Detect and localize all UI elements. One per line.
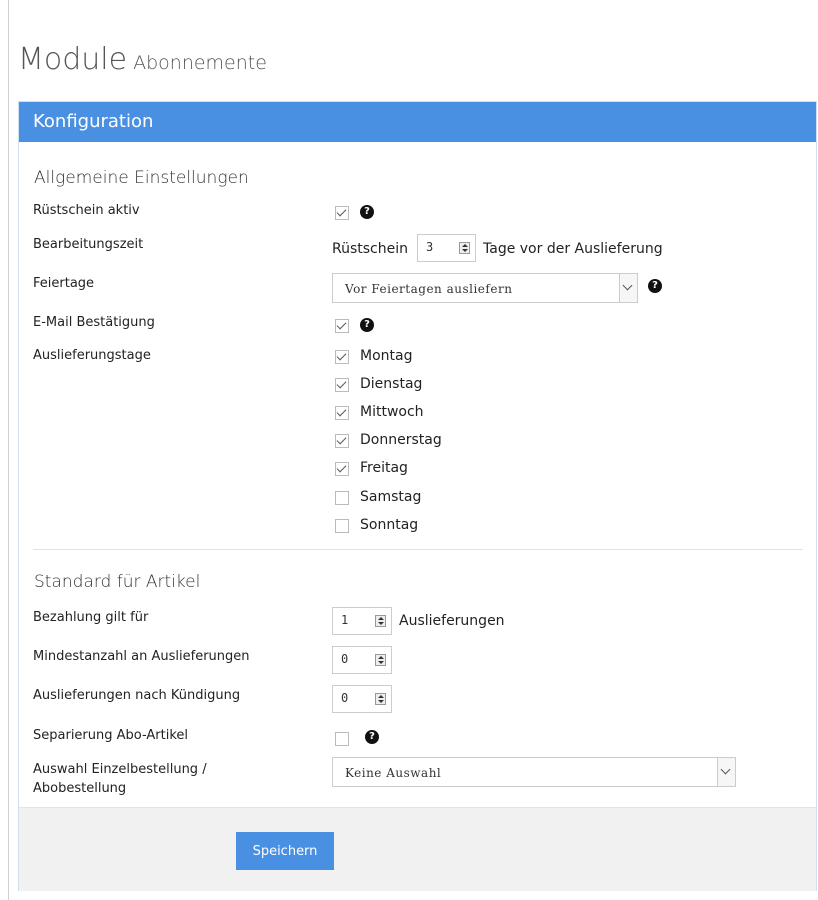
bezahlung-value: 1 [341, 613, 349, 627]
day-label-samstag: Samstag [360, 489, 422, 505]
window-border [8, 0, 9, 900]
day-label-sonntag: Sonntag [360, 517, 419, 533]
feiertage-select-value: Vor Feiertagen ausliefern [345, 282, 513, 296]
question-circle-icon[interactable]: ? [365, 730, 379, 744]
day-checkbox-sonntag[interactable] [335, 519, 349, 533]
auswahl-select[interactable]: Keine Auswahl [332, 757, 736, 787]
section-title-general: Allgemeine Einstellungen [34, 168, 249, 188]
stepper-arrows-icon[interactable] [375, 693, 386, 705]
save-button[interactable]: Speichern [236, 832, 334, 870]
ruestschein-checkbox[interactable] [335, 206, 349, 220]
section-title-article: Standard für Artikel [34, 572, 201, 592]
day-label-montag: Montag [360, 348, 413, 364]
bearbeitungszeit-stepper[interactable]: 3 [417, 234, 476, 262]
kuendigung-stepper[interactable]: 0 [332, 685, 392, 713]
day-checkbox-montag[interactable] [335, 350, 349, 364]
section-divider [33, 549, 803, 550]
page-title: Module Abonnemente [18, 42, 267, 77]
stepper-arrows-icon[interactable] [459, 242, 470, 254]
mindestanzahl-stepper[interactable]: 0 [332, 646, 392, 674]
bezahlung-label: Bezahlung gilt für [33, 610, 149, 625]
question-circle-icon[interactable]: ? [648, 279, 662, 293]
day-label-dienstag: Dienstag [360, 376, 423, 392]
day-checkbox-donnerstag[interactable] [335, 434, 349, 448]
kuendigung-label: Auslieferungen nach Kündigung [33, 688, 241, 703]
question-circle-icon[interactable]: ? [360, 205, 374, 219]
chevron-down-icon[interactable] [619, 274, 637, 302]
chevron-down-icon[interactable] [717, 758, 735, 786]
page-subtitle: Abonnemente [133, 52, 267, 74]
bearbeitungszeit-prefix: Rüstschein [332, 241, 408, 257]
panel-header-title: Konfiguration [33, 111, 154, 132]
auswahl-label-line1: Auswahl Einzelbestellung / [33, 762, 207, 777]
page-title-main: Module [18, 42, 128, 77]
email-checkbox[interactable] [335, 319, 349, 333]
bezahlung-stepper[interactable]: 1 [332, 607, 392, 635]
form-footer: Speichern [19, 807, 816, 891]
day-checkbox-samstag[interactable] [335, 491, 349, 505]
day-label-mittwoch: Mittwoch [360, 404, 424, 420]
auswahl-label-line2: Abobestellung [33, 781, 127, 796]
bearbeitungszeit-label: Bearbeitungszeit [33, 237, 144, 252]
feiertage-label: Feiertage [33, 276, 95, 291]
ruestschein-label: Rüstschein aktiv [33, 203, 140, 218]
bearbeitungszeit-suffix: Tage vor der Auslieferung [483, 241, 663, 257]
stepper-arrows-icon[interactable] [375, 654, 386, 666]
day-checkbox-mittwoch[interactable] [335, 406, 349, 420]
day-label-freitag: Freitag [360, 460, 408, 476]
day-checkbox-dienstag[interactable] [335, 378, 349, 392]
stepper-arrows-icon[interactable] [375, 615, 386, 627]
day-checkbox-freitag[interactable] [335, 462, 349, 476]
mindestanzahl-value: 0 [341, 652, 349, 666]
email-label: E-Mail Bestätigung [33, 315, 155, 330]
bearbeitungszeit-value: 3 [426, 240, 434, 254]
feiertage-select[interactable]: Vor Feiertagen ausliefern [332, 273, 638, 303]
separierung-checkbox[interactable] [335, 732, 349, 746]
bezahlung-suffix: Auslieferungen [399, 613, 505, 629]
separierung-label: Separierung Abo-Artikel [33, 728, 188, 743]
panel-header: Konfiguration [19, 102, 816, 142]
auswahl-select-value: Keine Auswahl [345, 766, 442, 780]
question-circle-icon[interactable]: ? [360, 318, 374, 332]
config-panel: Konfiguration Allgemeine Einstellungen R… [18, 101, 817, 891]
mindestanzahl-label: Mindestanzahl an Auslieferungen [33, 649, 250, 664]
auslieferungstage-label: Auslieferungstage [33, 348, 151, 363]
day-label-donnerstag: Donnerstag [360, 432, 442, 448]
kuendigung-value: 0 [341, 691, 349, 705]
